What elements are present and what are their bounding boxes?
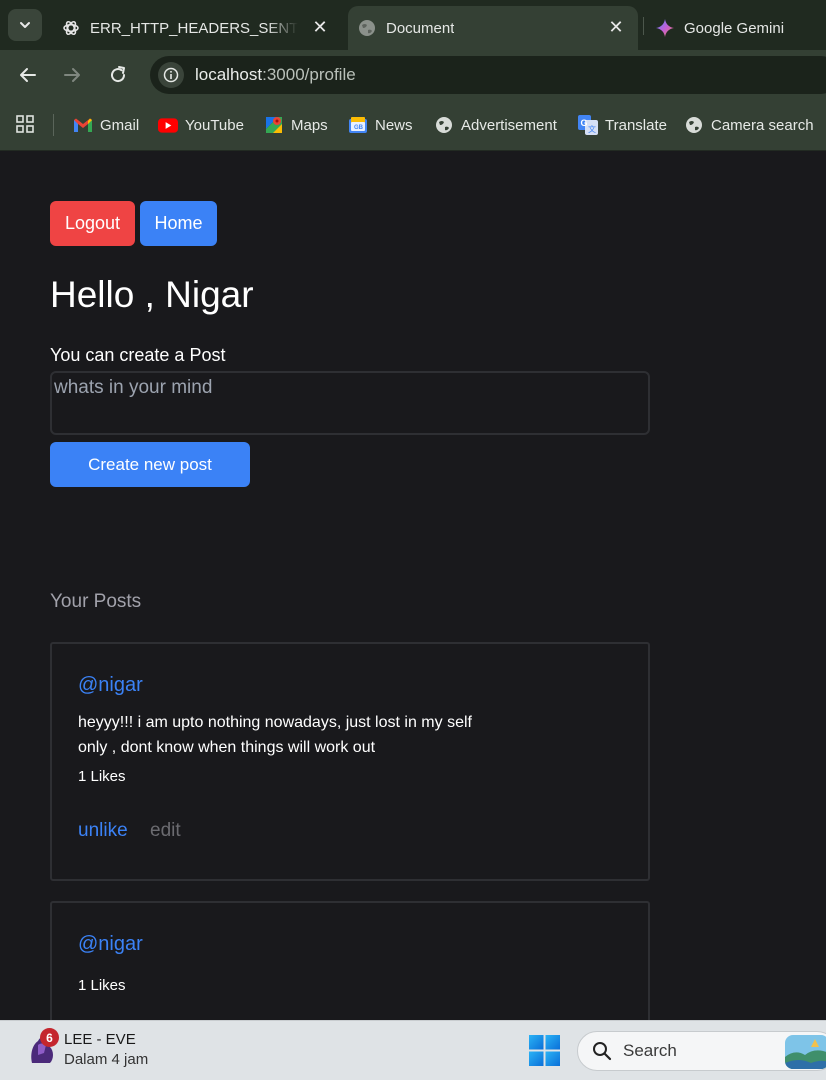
translate-icon: G文: [578, 115, 598, 135]
maps-icon: [264, 115, 284, 135]
tab-google-gemini[interactable]: Google Gemini: [646, 6, 826, 50]
bookmarks-separator: [53, 114, 54, 136]
post-likes-count: 1 Likes: [78, 977, 126, 994]
search-placeholder: Search: [623, 1041, 677, 1060]
bookmark-label: Camera search: [711, 116, 814, 134]
bookmark-youtube[interactable]: YouTube: [158, 114, 244, 136]
reload-icon: [111, 66, 126, 83]
search-icon: [591, 1040, 613, 1062]
post-author: @nigar: [78, 933, 143, 955]
tab-document[interactable]: Document ✕: [348, 6, 638, 50]
bookmark-label: Advertisement: [461, 116, 557, 134]
tab-title: Document: [386, 19, 455, 37]
taskbar-search-box[interactable]: Search: [577, 1031, 826, 1071]
notification-badge: 6: [40, 1028, 59, 1047]
tab-title: Google Gemini: [684, 19, 785, 37]
bookmark-label: Gmail: [100, 116, 140, 134]
windows-taskbar: 6 LEE - EVE Dalam 4 jam Search: [0, 1020, 826, 1080]
bookmark-gmail[interactable]: Gmail: [73, 114, 139, 136]
bookmark-label: Translate: [605, 116, 667, 134]
post-content: heyyy!!! i am upto nothing nowadays, jus…: [78, 714, 472, 756]
edit-link[interactable]: edit: [150, 820, 181, 842]
create-post-button[interactable]: Create new post: [50, 442, 250, 487]
tab-title: ERR_HTTP_HEADERS_SENT expl: [90, 19, 298, 37]
post-likes-count: 1 Likes: [78, 768, 126, 785]
post-card: @nigar heyyy!!! i am upto nothing nowada…: [50, 642, 650, 881]
reload-button[interactable]: [105, 62, 131, 88]
tab-close-icon[interactable]: ✕: [606, 17, 626, 37]
bookmark-camera-search[interactable]: Camera search: [684, 114, 814, 136]
logout-button[interactable]: Logout: [50, 201, 135, 246]
globe-icon: [358, 19, 376, 37]
tab-search-button[interactable]: [8, 9, 42, 41]
site-info-icon[interactable]: [158, 62, 184, 88]
arrow-right-icon: [64, 68, 80, 82]
bookmark-advertisement[interactable]: Advertisement: [434, 114, 557, 136]
apps-grid-icon[interactable]: [15, 114, 35, 134]
create-post-label: You can create a Post: [50, 345, 226, 365]
globe-icon: [434, 115, 454, 135]
tab-separator: [643, 17, 644, 35]
page-content: Logout Home Hello , Nigar You can create…: [0, 151, 826, 1020]
svg-text:G: G: [581, 118, 588, 128]
bookmark-translate[interactable]: G文 Translate: [578, 114, 667, 136]
forward-button[interactable]: [59, 62, 85, 88]
search-highlight-image: [785, 1035, 826, 1069]
chatgpt-icon: [62, 19, 80, 37]
widget-subtitle: Dalam 4 jam: [64, 1051, 149, 1068]
bookmark-label: Maps: [291, 116, 328, 134]
url-path: :3000/profile: [262, 65, 356, 84]
bookmark-label: YouTube: [185, 116, 244, 134]
post-card: @nigar 1 Likes: [50, 901, 650, 1020]
bookmark-maps[interactable]: Maps: [264, 114, 328, 136]
gemini-icon: [656, 19, 674, 37]
youtube-icon: [158, 115, 178, 135]
tab-strip: ERR_HTTP_HEADERS_SENT expl ✕ Document ✕ …: [0, 0, 826, 50]
post-content-input[interactable]: [50, 371, 650, 435]
globe-icon: [684, 115, 704, 135]
windows-start-icon[interactable]: [529, 1035, 560, 1066]
browser-toolbar: localhost:3000/profile: [0, 50, 826, 100]
tab-err-headers[interactable]: ERR_HTTP_HEADERS_SENT expl ✕: [50, 6, 342, 50]
url-text: localhost:3000/profile: [195, 65, 356, 85]
chevron-down-icon: [20, 22, 30, 28]
bookmark-news[interactable]: GB News: [348, 114, 413, 136]
post-author: @nigar: [78, 674, 143, 696]
home-button[interactable]: Home: [140, 201, 217, 246]
bookmark-label: News: [375, 116, 413, 134]
bookmarks-bar: Gmail YouTube Maps GB News Advertisement…: [0, 100, 826, 151]
tab-close-icon[interactable]: ✕: [310, 17, 330, 37]
svg-text:文: 文: [588, 124, 596, 134]
svg-text:GB: GB: [354, 125, 364, 131]
posts-heading: Your Posts: [50, 591, 142, 612]
gmail-icon: [73, 115, 93, 135]
news-icon: GB: [348, 115, 368, 135]
url-host: localhost: [195, 65, 263, 84]
widget-title: LEE - EVE: [64, 1031, 136, 1048]
arrow-left-icon: [20, 68, 36, 82]
greeting-heading: Hello , Nigar: [50, 274, 254, 315]
back-button[interactable]: [15, 62, 41, 88]
address-bar[interactable]: localhost:3000/profile: [150, 56, 826, 94]
unlike-link[interactable]: unlike: [78, 820, 128, 842]
